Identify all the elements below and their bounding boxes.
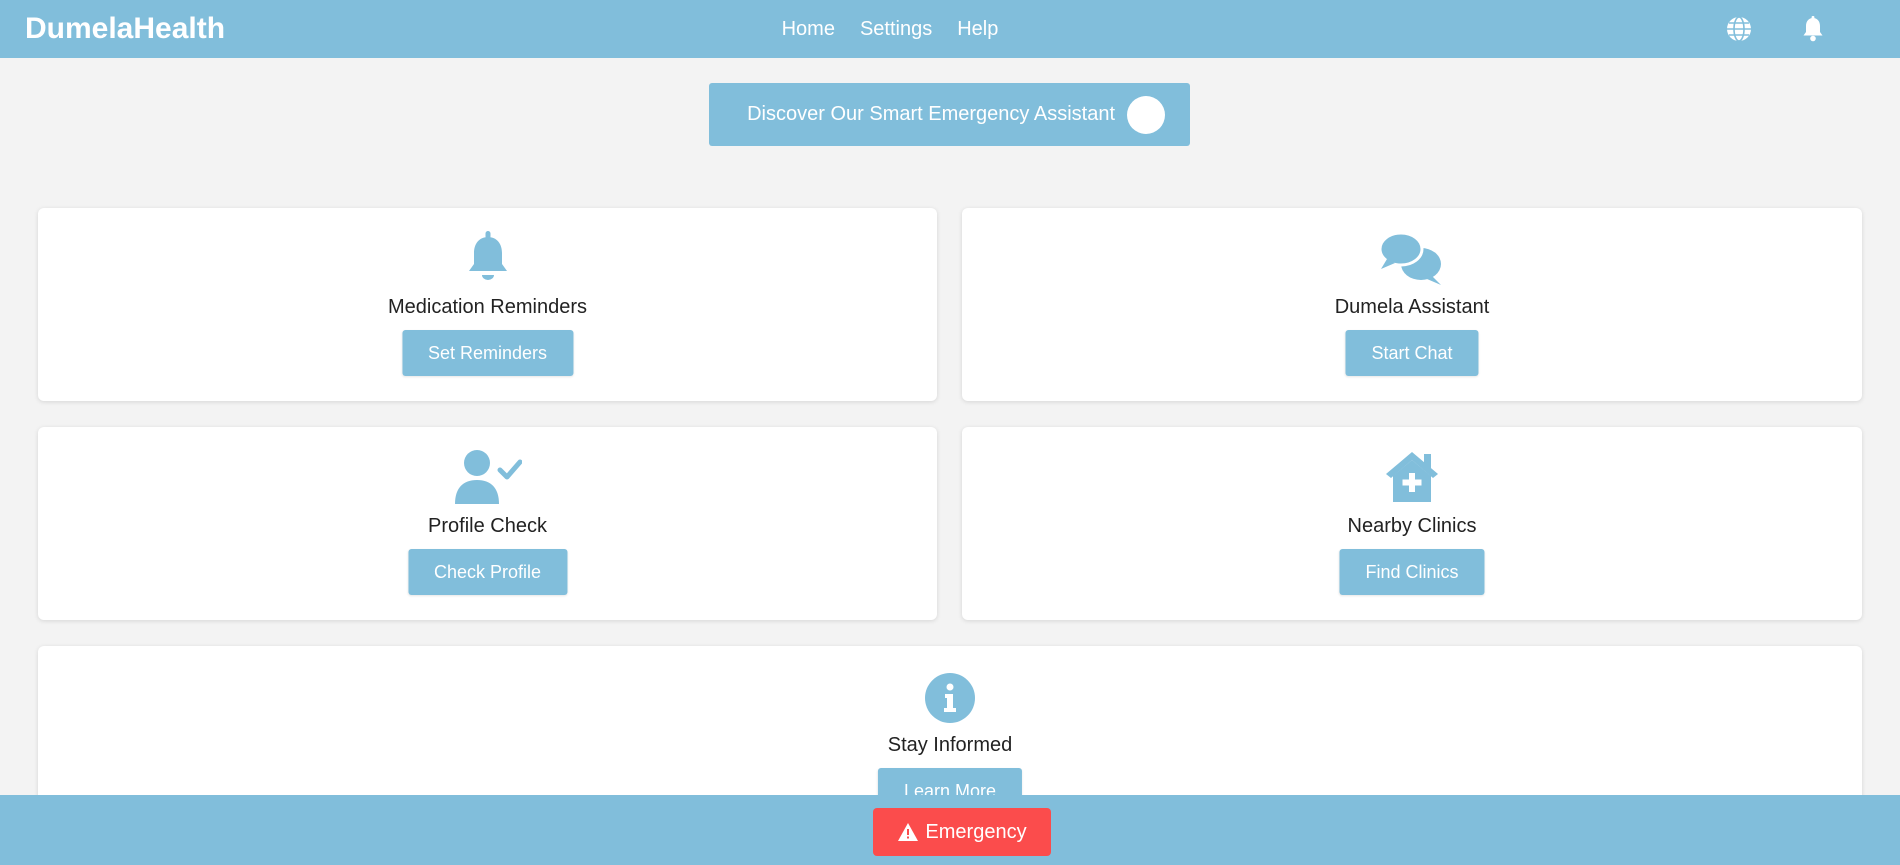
nav-home-link[interactable]: Home xyxy=(782,18,835,41)
card-title: Stay Informed xyxy=(887,734,1013,756)
bell-icon xyxy=(460,230,516,286)
nav-help-link[interactable]: Help xyxy=(957,18,998,41)
info-circle-icon xyxy=(922,670,978,726)
medication-reminders-card: Medication Reminders Set Reminders xyxy=(38,208,937,401)
card-title: Medication Reminders xyxy=(388,296,587,318)
promo-label: Discover Our Smart Emergency Assistant xyxy=(747,103,1115,125)
clinic-house-icon xyxy=(1384,449,1440,505)
smart-emergency-assistant-button[interactable]: Discover Our Smart Emergency Assistant xyxy=(709,83,1190,146)
check-profile-button[interactable]: Check Profile xyxy=(407,549,568,595)
card-title: Profile Check xyxy=(428,515,547,537)
find-clinics-button[interactable]: Find Clinics xyxy=(1339,549,1485,595)
profile-check-card: Profile Check Check Profile xyxy=(38,427,937,620)
main-nav: Home Settings Help xyxy=(0,0,1900,58)
bell-icon[interactable] xyxy=(1799,15,1827,43)
set-reminders-button[interactable]: Set Reminders xyxy=(401,330,574,376)
globe-icon[interactable] xyxy=(1725,15,1753,43)
nearby-clinics-card: Nearby Clinics Find Clinics xyxy=(962,427,1862,620)
warning-triangle-icon xyxy=(897,822,919,842)
top-navbar: DumelaHealth Home Settings Help xyxy=(0,0,1900,58)
nav-settings-link[interactable]: Settings xyxy=(860,18,932,41)
emergency-label: Emergency xyxy=(925,820,1027,843)
emergency-button[interactable]: Emergency xyxy=(873,808,1051,856)
start-chat-button[interactable]: Start Chat xyxy=(1345,330,1479,376)
toggle-knob xyxy=(1127,95,1165,134)
dumela-assistant-card: Dumela Assistant Start Chat xyxy=(962,208,1862,401)
card-title: Nearby Clinics xyxy=(1347,515,1477,537)
bottom-bar: Emergency xyxy=(0,795,1900,865)
user-check-icon xyxy=(453,449,523,505)
chat-bubbles-icon xyxy=(1377,230,1447,286)
card-title: Dumela Assistant xyxy=(1334,296,1490,318)
